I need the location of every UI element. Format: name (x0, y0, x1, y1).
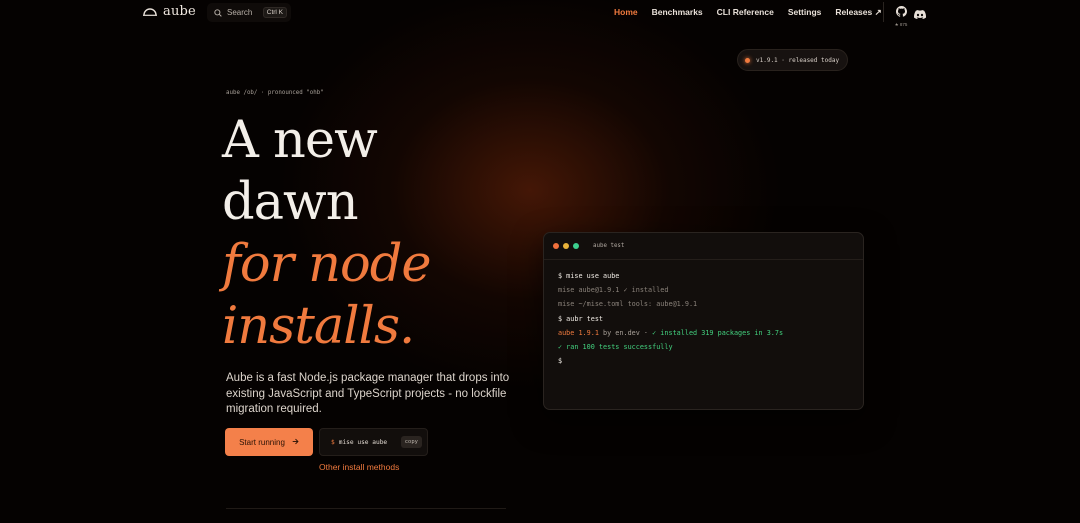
release-badge-text: v1.9.1 · released today (756, 56, 840, 64)
install-command: mise use aube (338, 438, 388, 446)
start-running-label: Start running (239, 437, 285, 447)
other-install-methods-link[interactable]: Other install methods (319, 462, 399, 472)
release-badge[interactable]: v1.9.1 · released today (737, 49, 848, 71)
terminal-line: ✓ ran 100 tests successfully (558, 343, 673, 352)
arrow-right-icon (292, 438, 299, 447)
nav-link-benchmarks[interactable]: Benchmarks (652, 7, 703, 18)
terminal-window: aube test $ mise use aube mise aube@1.9.… (543, 232, 864, 410)
github-icon (895, 4, 907, 21)
terminal-line: mise ~/mise.toml tools: aube@1.9.1 (558, 300, 698, 309)
hero-headline: A new dawn for node installs. (222, 110, 432, 358)
window-maximize-dot (573, 243, 579, 249)
terminal-line: $ (558, 357, 563, 366)
terminal-body: $ mise use aube mise aube@1.9.1 ✓ instal… (544, 260, 863, 377)
copy-button[interactable]: copy (400, 436, 422, 448)
terminal-by: by en.dev · (598, 328, 653, 337)
terminal-line: $ aubr test (558, 314, 604, 323)
window-minimize-dot (563, 243, 569, 249)
pronunciation-note: aube /ob/ · pronounced "ohb" (226, 90, 324, 96)
headline-line-3: for node (222, 235, 432, 294)
release-status-dot (745, 57, 750, 63)
terminal-title: aube test (593, 243, 625, 249)
page: aube Search Ctrl K Home Benchmarks CLI R… (0, 0, 1080, 523)
brand-name: aube (163, 4, 196, 19)
search-label: Search (227, 8, 253, 17)
github-star-count: ★ 875 (894, 22, 908, 27)
top-nav: aube Search Ctrl K Home Benchmarks CLI R… (0, 0, 1080, 28)
headline-line-1: A new (222, 111, 378, 170)
search-shortcut: Ctrl K (262, 7, 287, 18)
hero-description: Aube is a fast Node.js package manager t… (226, 372, 510, 415)
terminal-line: aube 1.9.1 by en.dev · ✓ installed 319 p… (558, 326, 849, 340)
brand-link[interactable]: aube (143, 4, 196, 19)
terminal-result: ✓ installed 319 packages in 3.7s (652, 328, 784, 337)
install-command-box[interactable]: $ mise use aube copy (319, 428, 428, 456)
headline-line-4: installs. (222, 297, 415, 356)
headline-line-2: dawn (222, 173, 359, 232)
nav-link-cli-reference[interactable]: CLI Reference (717, 7, 774, 18)
terminal-line: mise aube@1.9.1 ✓ installed (558, 286, 669, 295)
terminal-title-bar: aube test (544, 233, 863, 260)
search-button[interactable]: Search Ctrl K (207, 3, 291, 22)
section-divider (226, 508, 506, 509)
install-prompt: $ (331, 438, 335, 446)
nav-link-home[interactable]: Home (614, 7, 638, 18)
nav-link-settings[interactable]: Settings (788, 7, 822, 18)
search-icon (214, 4, 222, 22)
nav-link-releases[interactable]: Releases ↗ (835, 7, 881, 18)
discord-link[interactable] (914, 6, 927, 24)
github-link[interactable]: ★ 875 (894, 4, 908, 28)
start-running-button[interactable]: Start running (225, 428, 313, 456)
nav-divider (883, 2, 884, 22)
window-close-dot (553, 243, 559, 249)
nav-links: Home Benchmarks CLI Reference Settings R… (614, 7, 896, 18)
terminal-version: aube 1.9.1 (558, 328, 599, 337)
terminal-line: $ mise use aube (558, 272, 620, 280)
discord-icon (914, 6, 927, 23)
aube-logo-icon (143, 7, 157, 16)
